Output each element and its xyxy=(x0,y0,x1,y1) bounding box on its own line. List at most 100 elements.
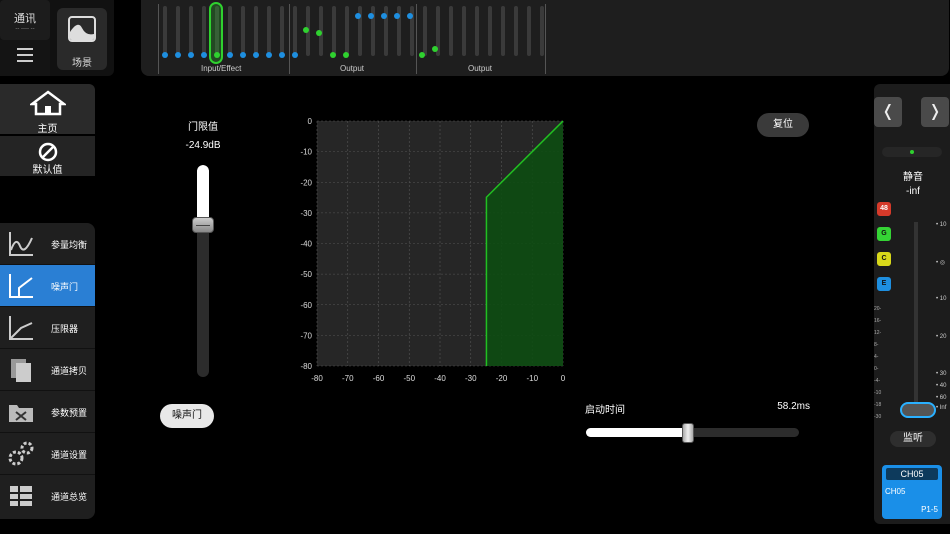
fader-scale-label: • 10 xyxy=(936,222,947,228)
strip-fader[interactable] xyxy=(202,6,206,56)
hamburger-line xyxy=(17,54,33,56)
meter-scale-label: 12- xyxy=(874,330,882,336)
strip-level-dot xyxy=(381,13,387,19)
channel-header: CH05 xyxy=(886,468,938,480)
chart-y-tick-label: -20 xyxy=(300,178,312,187)
signal-led xyxy=(910,150,914,154)
next-channel-button[interactable]: ❭ xyxy=(921,97,949,127)
channel-fader-track[interactable] xyxy=(914,222,918,410)
threshold-slider[interactable] xyxy=(197,165,209,377)
eq-curve-icon xyxy=(9,232,33,256)
chart-x-tick-label: -40 xyxy=(434,374,446,383)
scene-button[interactable]: 场景 xyxy=(57,8,107,70)
strip-fader[interactable] xyxy=(254,6,258,56)
strip-fader[interactable] xyxy=(514,6,518,56)
chart-x-tick-label: -10 xyxy=(526,374,538,383)
strip-level-dot xyxy=(227,52,233,58)
fader-scale-label: • 30 xyxy=(936,371,947,377)
channel-strip-overview[interactable]: Input/Effect Output Output xyxy=(141,0,949,76)
eq-tag[interactable]: E xyxy=(877,277,891,291)
gate-tag[interactable]: G xyxy=(877,227,891,241)
strip-level-dot xyxy=(292,52,298,58)
strip-level-dot xyxy=(214,52,220,58)
comm-sub: -- ---- -- xyxy=(15,26,35,32)
nav-item-channel-settings[interactable]: 通道设置 xyxy=(0,433,95,475)
strip-level-dot xyxy=(188,52,194,58)
channel-name: CH05 xyxy=(885,487,906,496)
strip-fader[interactable] xyxy=(475,6,479,56)
strip-fader[interactable] xyxy=(501,6,505,56)
threshold-knob[interactable] xyxy=(192,216,214,233)
strip-fader[interactable] xyxy=(293,6,297,56)
overview-list-icon xyxy=(10,486,32,506)
nav-item-copy[interactable]: 通道拷贝 xyxy=(0,349,95,391)
phantom-48v-tag[interactable]: 48 xyxy=(877,202,891,216)
fader-scale-label: • Inf xyxy=(936,405,947,411)
comm-status[interactable]: 通讯 -- ---- -- xyxy=(0,0,50,40)
strip-fader[interactable] xyxy=(527,6,531,56)
meter-scale-label: -30 xyxy=(874,414,882,420)
reset-button[interactable]: 复位 xyxy=(757,113,809,137)
attack-knob[interactable] xyxy=(682,423,695,443)
channel-card[interactable]: CH05 CH05 P1-5 xyxy=(882,465,942,519)
chart-x-tick-label: -80 xyxy=(311,374,323,383)
menu-button[interactable] xyxy=(0,40,50,76)
gate-curve-icon xyxy=(9,274,33,298)
strip-fader[interactable] xyxy=(228,6,232,56)
strip-fader[interactable] xyxy=(345,6,349,56)
strip-fader[interactable] xyxy=(462,6,466,56)
strip-fader[interactable] xyxy=(189,6,193,56)
prev-channel-button[interactable]: ❬ xyxy=(874,97,902,127)
meter-scale-label: 4- xyxy=(874,354,879,360)
comp-tag[interactable]: C xyxy=(877,252,891,266)
attack-value: 58.2ms xyxy=(777,401,810,412)
channel-fader-knob[interactable] xyxy=(900,402,936,418)
strip-fader[interactable] xyxy=(267,6,271,56)
chart-y-tick-label: -80 xyxy=(300,362,312,371)
gate-toggle-button[interactable]: 噪声门 xyxy=(160,404,214,428)
chart-y-tick-label: -10 xyxy=(300,148,312,157)
strip-level-dot xyxy=(394,13,400,19)
strip-fader[interactable] xyxy=(280,6,284,56)
strip-level-dot xyxy=(316,30,322,36)
chart-y-tick-label: 0 xyxy=(308,117,313,126)
meter-scale-label: -4- xyxy=(874,378,881,384)
hamburger-line xyxy=(17,60,33,62)
nav-item-label: 参量均衡 xyxy=(51,240,88,250)
nav-item-presets[interactable]: 参数预置 xyxy=(0,391,95,433)
scene-icon xyxy=(68,16,96,42)
strip-fader[interactable] xyxy=(163,6,167,56)
nav-item-peq[interactable]: 参量均衡 xyxy=(0,223,95,265)
hamburger-icon xyxy=(17,48,33,50)
level-readout: -inf xyxy=(906,186,920,197)
mute-button[interactable]: 静音 xyxy=(890,168,936,183)
monitor-button[interactable]: 监听 xyxy=(890,431,936,447)
chart-x-tick-label: -30 xyxy=(465,374,477,383)
home-button[interactable]: 主页 xyxy=(0,84,95,135)
chart-y-tick-label: -50 xyxy=(300,270,312,279)
strip-fader[interactable] xyxy=(540,6,544,56)
strip-level-dot xyxy=(175,52,181,58)
nav-item-overview[interactable]: 通道总览 xyxy=(0,475,95,517)
nav-item-label: 通道总览 xyxy=(51,492,88,502)
strip-fader[interactable] xyxy=(176,6,180,56)
strip-fader[interactable] xyxy=(241,6,245,56)
strip-fader[interactable] xyxy=(488,6,492,56)
strip-separator xyxy=(545,4,546,74)
nav-item-compressor[interactable]: 压限器 xyxy=(0,307,95,349)
nav-item-gate[interactable]: 噪声门 xyxy=(0,265,95,307)
meter-scale-label: 8- xyxy=(874,342,879,348)
strip-fader[interactable] xyxy=(332,6,336,56)
defaults-button[interactable]: 默认值 xyxy=(0,136,95,176)
strip-level-dot xyxy=(162,52,168,58)
nav-item-label: 通道设置 xyxy=(51,450,88,460)
chart-x-tick-label: -20 xyxy=(496,374,508,383)
threshold-value: -24.9dB xyxy=(185,140,221,151)
nav-item-label: 压限器 xyxy=(51,324,79,334)
channel-page: P1-5 xyxy=(921,505,938,514)
strip-fader[interactable] xyxy=(449,6,453,56)
strip-separator xyxy=(289,4,290,74)
fader-scale-label: • 10 xyxy=(936,296,947,302)
strip-fader[interactable] xyxy=(423,6,427,56)
copy-icon xyxy=(11,359,31,382)
